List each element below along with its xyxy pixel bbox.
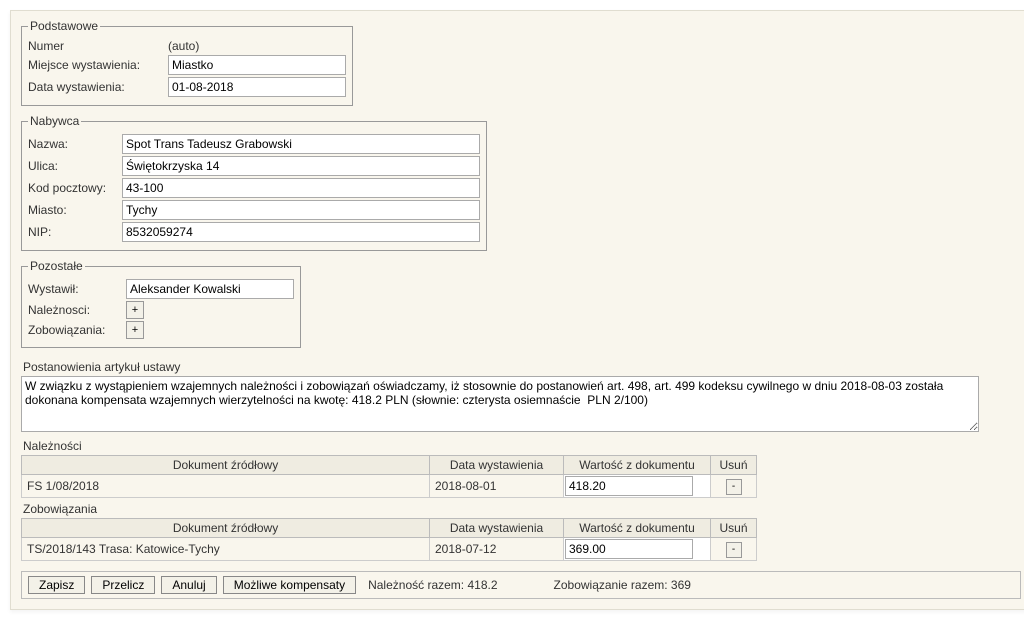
buyer-nip-input[interactable] — [122, 222, 480, 242]
receivables-total-label: Należność razem: — [368, 578, 464, 592]
cell-doc: FS 1/08/2018 — [22, 475, 430, 498]
basic-legend: Podstawowe — [28, 19, 100, 33]
col-value-header: Wartość z dokumentu — [564, 519, 711, 538]
table-row: FS 1/08/2018 2018-08-01 - — [22, 475, 757, 498]
buyer-zip-input[interactable] — [122, 178, 480, 198]
recalc-button[interactable]: Przelicz — [91, 576, 155, 594]
buyer-nip-label: NIP: — [28, 225, 122, 239]
cell-date: 2018-08-01 — [430, 475, 564, 498]
possible-button[interactable]: Możliwe kompensaty — [223, 576, 356, 594]
issuer-label: Wystawił: — [28, 282, 126, 296]
other-fieldset: Pozostałe Wystawił: Należnosci: + Zobowi… — [21, 259, 301, 348]
issuer-input[interactable] — [126, 279, 294, 299]
receivables-total-value: 418.2 — [467, 578, 497, 592]
provisions-label: Postanowienia artykuł ustawy — [23, 360, 1021, 374]
number-value: (auto) — [168, 39, 199, 53]
col-delete-header: Usuń — [711, 519, 757, 538]
add-receivable-button[interactable]: + — [126, 301, 144, 319]
col-delete-header: Usuń — [711, 456, 757, 475]
col-doc-header: Dokument źródłowy — [22, 456, 430, 475]
liabilities-table: Dokument źródłowy Data wystawienia Warto… — [21, 518, 757, 561]
save-button[interactable]: Zapisz — [28, 576, 85, 594]
basic-fieldset: Podstawowe Numer (auto) Miejsce wystawie… — [21, 19, 353, 106]
delete-row-button[interactable]: - — [726, 542, 742, 558]
col-date-header: Data wystawienia — [430, 456, 564, 475]
other-legend: Pozostałe — [28, 259, 85, 273]
delete-row-button[interactable]: - — [726, 479, 742, 495]
buyer-city-input[interactable] — [122, 200, 480, 220]
provisions-textarea[interactable] — [21, 376, 979, 432]
buyer-name-input[interactable] — [122, 134, 480, 154]
buyer-street-input[interactable] — [122, 156, 480, 176]
cell-date: 2018-07-12 — [430, 538, 564, 561]
receivables-total: Należność razem: 418.2 — [368, 578, 497, 592]
other-liabilities-label: Zobowiązania: — [28, 323, 126, 337]
buyer-fieldset: Nabywca Nazwa: Ulica: Kod pocztowy: Mias… — [21, 114, 487, 251]
liabilities-total-value: 369 — [671, 578, 691, 592]
buyer-zip-label: Kod pocztowy: — [28, 181, 122, 195]
receivables-title: Należności — [23, 439, 1021, 453]
add-liability-button[interactable]: + — [126, 321, 144, 339]
place-label: Miejsce wystawienia: — [28, 58, 168, 72]
buyer-street-label: Ulica: — [28, 159, 122, 173]
place-input[interactable] — [168, 55, 346, 75]
col-date-header: Data wystawienia — [430, 519, 564, 538]
cancel-button[interactable]: Anuluj — [161, 576, 216, 594]
buyer-legend: Nabywca — [28, 114, 81, 128]
liabilities-total-label: Zobowiązanie razem: — [554, 578, 668, 592]
col-doc-header: Dokument źródłowy — [22, 519, 430, 538]
receivables-table: Dokument źródłowy Data wystawienia Warto… — [21, 455, 757, 498]
table-row: TS/2018/143 Trasa: Katowice-Tychy 2018-0… — [22, 538, 757, 561]
buyer-name-label: Nazwa: — [28, 137, 122, 151]
liabilities-title: Zobowiązania — [23, 502, 1021, 516]
cell-doc: TS/2018/143 Trasa: Katowice-Tychy — [22, 538, 430, 561]
buyer-city-label: Miasto: — [28, 203, 122, 217]
date-input[interactable] — [168, 77, 346, 97]
cell-value-input[interactable] — [565, 476, 693, 496]
cell-value-input[interactable] — [565, 539, 693, 559]
number-label: Numer — [28, 39, 168, 53]
footer-bar: Zapisz Przelicz Anuluj Możliwe kompensat… — [21, 571, 1021, 599]
col-value-header: Wartość z dokumentu — [564, 456, 711, 475]
compensation-form: Podstawowe Numer (auto) Miejsce wystawie… — [10, 10, 1024, 610]
other-receivables-label: Należnosci: — [28, 303, 126, 317]
date-label: Data wystawienia: — [28, 80, 168, 94]
liabilities-total: Zobowiązanie razem: 369 — [554, 578, 691, 592]
